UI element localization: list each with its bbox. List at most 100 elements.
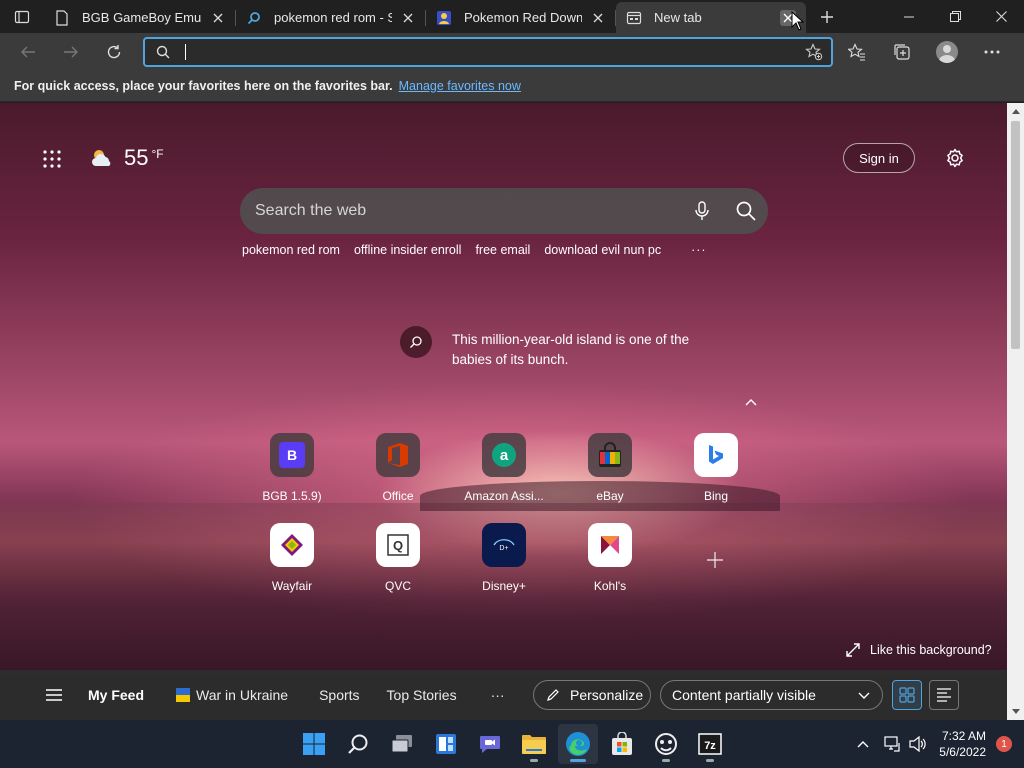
feed-tab-label: War in Ukraine bbox=[196, 687, 289, 703]
tab-strip: BGB GameBoy Emulator pokemon red rom - S… bbox=[0, 0, 1024, 33]
settings-more-button[interactable] bbox=[969, 36, 1014, 68]
back-button[interactable] bbox=[10, 36, 46, 68]
minimize-button[interactable] bbox=[886, 0, 932, 33]
favorites-button[interactable] bbox=[834, 36, 879, 68]
new-tab-button[interactable] bbox=[812, 3, 842, 31]
quick-link-wayfair[interactable]: Wayfair bbox=[247, 523, 337, 593]
volume-button[interactable] bbox=[905, 736, 931, 752]
page-settings-button[interactable] bbox=[941, 144, 969, 172]
content-visibility-dropdown[interactable]: Content partially visible bbox=[660, 680, 883, 710]
7zip-button[interactable]: 7z bbox=[690, 724, 730, 764]
search-submit-button[interactable] bbox=[724, 189, 768, 233]
scrollbar-thumb[interactable] bbox=[1011, 121, 1020, 349]
chevron-up-icon bbox=[745, 399, 757, 406]
app-launcher-button[interactable] bbox=[38, 145, 66, 173]
close-icon[interactable] bbox=[400, 10, 416, 26]
toolbar-right bbox=[834, 36, 1014, 68]
tab-actions-button[interactable] bbox=[0, 0, 44, 33]
refresh-button[interactable] bbox=[96, 36, 132, 68]
add-site-button[interactable] bbox=[700, 545, 730, 575]
tab-search[interactable]: pokemon red rom - Search bbox=[236, 2, 426, 33]
manage-favorites-link[interactable]: Manage favorites now bbox=[399, 79, 521, 93]
quick-link-bgb[interactable]: B BGB 1.5.9) bbox=[247, 433, 337, 503]
personalize-button[interactable]: Personalize bbox=[533, 680, 651, 710]
bing-icon bbox=[694, 433, 738, 477]
tab-pokemon[interactable]: Pokemon Red Download bbox=[426, 2, 616, 33]
tab-new-tab[interactable]: New tab bbox=[616, 2, 806, 33]
feed-menu-button[interactable] bbox=[36, 689, 72, 701]
address-bar[interactable] bbox=[143, 37, 833, 67]
add-favorite-button[interactable] bbox=[797, 43, 831, 61]
clock-date: 5/6/2022 bbox=[939, 745, 986, 759]
show-hidden-icons-button[interactable] bbox=[851, 740, 875, 748]
grid-layout-button[interactable] bbox=[892, 680, 922, 710]
scroll-down-button[interactable] bbox=[1007, 704, 1024, 720]
collections-button[interactable] bbox=[879, 36, 924, 68]
start-button[interactable] bbox=[294, 724, 334, 764]
like-background-button[interactable]: Like this background? bbox=[846, 643, 992, 657]
tab-actions-icon bbox=[14, 10, 30, 23]
quick-link-ebay[interactable]: eBay bbox=[565, 433, 655, 503]
page-scrollbar[interactable] bbox=[1007, 103, 1024, 720]
edge-taskbar-button[interactable] bbox=[558, 724, 598, 764]
sign-in-button[interactable]: Sign in bbox=[843, 143, 915, 173]
collapse-quick-links-button[interactable] bbox=[742, 393, 760, 411]
clock[interactable]: 7:32 AM 5/6/2022 bbox=[939, 728, 986, 760]
feed-more-button[interactable]: ··· bbox=[491, 687, 505, 703]
plus-icon bbox=[821, 11, 833, 23]
weather-widget[interactable]: 55 °F bbox=[90, 145, 164, 171]
more-suggestions-button[interactable]: ··· bbox=[691, 243, 707, 257]
more-icon bbox=[984, 50, 999, 54]
running-indicator bbox=[662, 759, 670, 762]
favorites-icon bbox=[847, 43, 865, 61]
quick-link-disney-plus[interactable]: D+ Disney+ bbox=[459, 523, 549, 593]
forward-button[interactable] bbox=[53, 36, 89, 68]
task-view-icon bbox=[391, 735, 412, 753]
voice-search-button[interactable] bbox=[680, 189, 724, 233]
scroll-up-button[interactable] bbox=[1007, 103, 1024, 119]
network-button[interactable] bbox=[881, 736, 905, 752]
list-icon bbox=[937, 688, 951, 702]
taskbar-search-button[interactable] bbox=[338, 724, 378, 764]
suggestion-link[interactable]: offline insider enroll bbox=[354, 243, 461, 257]
task-view-button[interactable] bbox=[382, 724, 422, 764]
restore-button[interactable] bbox=[932, 0, 978, 33]
list-layout-button[interactable] bbox=[929, 680, 959, 710]
suggestion-link[interactable]: pokemon red rom bbox=[242, 243, 340, 257]
quick-link-bing[interactable]: Bing bbox=[671, 433, 761, 503]
gameboy-emulator-button[interactable] bbox=[646, 724, 686, 764]
temperature-unit: °F bbox=[151, 147, 164, 161]
ebay-icon bbox=[588, 433, 632, 477]
content-visibility-value: Content partially visible bbox=[672, 687, 816, 703]
search-icon bbox=[246, 10, 262, 26]
close-icon[interactable] bbox=[590, 10, 606, 26]
store-button[interactable] bbox=[602, 724, 642, 764]
trending-searches: pokemon red rom offline insider enroll f… bbox=[242, 243, 721, 257]
notification-badge[interactable]: 1 bbox=[996, 736, 1012, 752]
close-icon[interactable] bbox=[210, 10, 226, 26]
feed-tab-sports[interactable]: Sports bbox=[319, 687, 359, 703]
quick-link-kohls[interactable]: Kohl's bbox=[565, 523, 655, 593]
tab-bgb[interactable]: BGB GameBoy Emulator bbox=[44, 2, 236, 33]
suggestion-link[interactable]: free email bbox=[475, 243, 530, 257]
image-info-button[interactable] bbox=[400, 326, 432, 358]
feed-tab-top-stories[interactable]: Top Stories bbox=[387, 687, 457, 703]
address-input[interactable] bbox=[186, 44, 797, 60]
quick-link-amazon-assistant[interactable]: a Amazon Assi... bbox=[459, 433, 549, 503]
teams-chat-button[interactable] bbox=[470, 724, 510, 764]
ukraine-flag-icon bbox=[176, 688, 191, 702]
close-window-button[interactable] bbox=[978, 0, 1024, 33]
quick-link-office[interactable]: Office bbox=[353, 433, 443, 503]
file-explorer-button[interactable] bbox=[514, 724, 554, 764]
running-indicator bbox=[530, 759, 538, 762]
quick-link-qvc[interactable]: Q QVC bbox=[353, 523, 443, 593]
feed-tab-my-feed[interactable]: My Feed bbox=[88, 687, 144, 703]
profile-button[interactable] bbox=[924, 36, 969, 68]
widgets-button[interactable] bbox=[426, 724, 466, 764]
wayfair-icon bbox=[270, 523, 314, 567]
chevron-up-icon bbox=[857, 741, 869, 748]
feed-tab-war-in-ukraine[interactable]: War in Ukraine bbox=[176, 687, 288, 703]
suggestion-link[interactable]: download evil nun pc bbox=[544, 243, 661, 257]
background-story[interactable]: This million-year-old island is one of t… bbox=[452, 330, 722, 370]
web-search-box[interactable]: Search the web bbox=[240, 188, 768, 234]
